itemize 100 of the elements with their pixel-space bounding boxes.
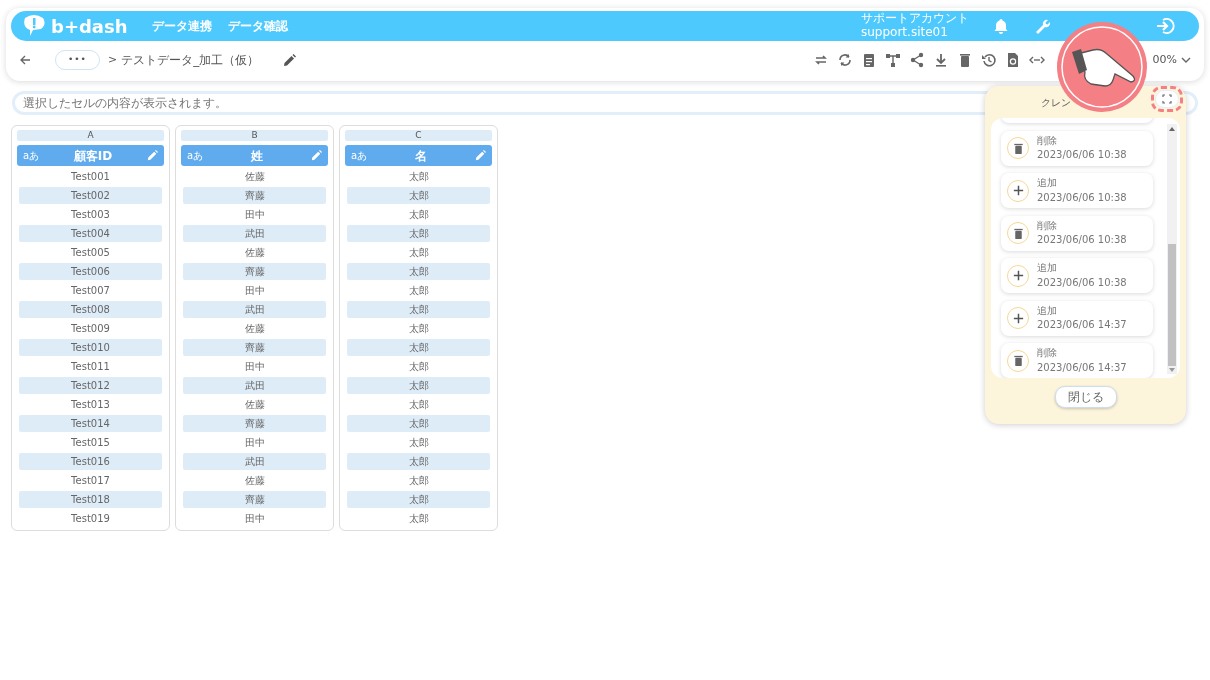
timestamp: 2023/06/06 10:38 — [1037, 275, 1127, 290]
action-label: 追加 — [1037, 176, 1058, 190]
table-cell[interactable]: 武田 — [183, 301, 326, 318]
table-cell[interactable]: Test010 — [19, 339, 162, 356]
back-arrow-icon[interactable] — [19, 54, 31, 66]
table-cell[interactable]: 齊藤 — [183, 491, 326, 508]
timestamp: 2023/06/06 10:38 — [1037, 190, 1127, 205]
table-cell[interactable]: Test012 — [19, 377, 162, 394]
table-cell[interactable]: 武田 — [183, 377, 326, 394]
table-cell[interactable]: 田中 — [183, 358, 326, 375]
table-cell[interactable]: 太郎 — [347, 377, 490, 394]
table-cell[interactable]: 太郎 — [347, 358, 490, 375]
table-cell[interactable]: 太郎 — [347, 453, 490, 470]
logo-text: b+dash — [51, 14, 128, 39]
column-letter[interactable]: C — [345, 130, 492, 141]
table-cell[interactable]: Test017 — [19, 472, 162, 489]
table-cell[interactable]: Test009 — [19, 320, 162, 337]
table-cell[interactable]: Test018 — [19, 491, 162, 508]
history-item[interactable]: 追加 2023/06/06 10:38 — [1001, 173, 1153, 208]
table-cell[interactable]: 佐藤 — [183, 168, 326, 185]
table-cell[interactable]: 太郎 — [347, 472, 490, 489]
table-cell[interactable]: 田中 — [183, 434, 326, 451]
table-cell[interactable]: Test006 — [19, 263, 162, 280]
header-text: 姓 — [250, 147, 265, 165]
header-text: 名 — [414, 147, 429, 165]
table-cell[interactable]: 太郎 — [347, 339, 490, 356]
more-button[interactable]: ••• — [55, 50, 100, 70]
table-cell[interactable]: 齊藤 — [183, 415, 326, 432]
expand-icon — [1162, 94, 1172, 104]
table-cell[interactable]: 佐藤 — [183, 396, 326, 413]
sync-icon[interactable] — [836, 52, 853, 68]
history-item[interactable]: 削除 2023/06/06 10:38 — [1001, 215, 1153, 251]
close-button[interactable]: 閉じる — [1054, 386, 1117, 408]
table-cell[interactable]: 太郎 — [347, 225, 490, 242]
table-cell[interactable]: 太郎 — [347, 510, 490, 527]
table-cell[interactable]: Test002 — [19, 187, 162, 204]
account-info: サポートアカウント support.site01 — [861, 12, 969, 40]
timestamp: 2023/06/06 10:38 — [1037, 233, 1127, 247]
table-cell[interactable]: 田中 — [183, 282, 326, 299]
table-cell[interactable]: 太郎 — [347, 301, 490, 318]
table-cell[interactable]: 太郎 — [347, 244, 490, 261]
edit-icon[interactable] — [283, 53, 297, 67]
table-cell[interactable]: 武田 — [183, 453, 326, 470]
timestamp: 2023/06/06 14:37 — [1037, 360, 1127, 375]
table-cell[interactable]: 太郎 — [347, 168, 490, 185]
type-label: aあ — [23, 149, 40, 163]
chevron-down-icon[interactable] — [1181, 55, 1191, 65]
type-label: aあ — [187, 149, 204, 163]
table-cell[interactable]: Test016 — [19, 453, 162, 470]
table-cell[interactable]: 佐藤 — [183, 472, 326, 489]
table-cell[interactable]: Test007 — [19, 282, 162, 299]
table-cell[interactable]: Test013 — [19, 396, 162, 413]
table-cell[interactable]: 太郎 — [347, 206, 490, 223]
table-cell[interactable]: Test003 — [19, 206, 162, 223]
table-cell[interactable]: Test011 — [19, 358, 162, 375]
table-cell[interactable]: Test019 — [19, 510, 162, 527]
zoom-value[interactable]: 00% — [1152, 51, 1177, 69]
history-item[interactable]: 削除 2023/06/06 14:37 — [1001, 343, 1153, 378]
header-text: 顧客ID — [72, 147, 114, 165]
table-cell[interactable]: 太郎 — [347, 396, 490, 413]
table-cell[interactable]: 太郎 — [347, 415, 490, 432]
table-cell[interactable]: Test005 — [19, 244, 162, 261]
table-cell[interactable]: 田中 — [183, 510, 326, 527]
table-cell[interactable]: 佐藤 — [183, 244, 326, 261]
table-cell[interactable]: 田中 — [183, 206, 326, 223]
action-label: 追加 — [1037, 303, 1058, 318]
table-cell[interactable]: 太郎 — [347, 187, 490, 204]
scrollbar[interactable] — [1167, 124, 1177, 374]
table-cell[interactable]: 太郎 — [347, 491, 490, 508]
table-cell[interactable]: 佐藤 — [183, 320, 326, 337]
table-cell[interactable]: 齊藤 — [183, 187, 326, 204]
table-cell[interactable]: 太郎 — [347, 320, 490, 337]
column-letter[interactable]: B — [181, 130, 328, 141]
panel-title: クレン — [1039, 96, 1072, 110]
action-label: 削除 — [1037, 346, 1058, 360]
table-cell[interactable]: Test001 — [19, 168, 162, 185]
share-icon[interactable] — [908, 52, 925, 68]
table-cell[interactable]: 齊藤 — [183, 339, 326, 356]
history-item[interactable]: 追加 2023/06/06 14:37 — [1001, 300, 1153, 336]
action-label: 削除 — [1037, 218, 1058, 233]
dataset-title: テストデータ_加工（仮） — [121, 52, 260, 69]
breadcrumb-separator: > — [107, 51, 118, 68]
table-cell[interactable]: 太郎 — [347, 263, 490, 280]
column-letter[interactable]: A — [17, 130, 164, 141]
hierarchy-icon[interactable] — [884, 52, 901, 68]
timestamp: 2023/06/06 14:37 — [1037, 318, 1127, 332]
table-cell[interactable]: Test004 — [19, 225, 162, 242]
history-item[interactable]: 削除 2023/06/06 10:38 — [1001, 130, 1153, 166]
table-cell[interactable]: 武田 — [183, 225, 326, 242]
table-cell[interactable]: 太郎 — [347, 282, 490, 299]
table-cell[interactable]: Test014 — [19, 415, 162, 432]
table-cell[interactable]: 太郎 — [347, 434, 490, 451]
history-icon[interactable] — [980, 52, 997, 68]
table-cell[interactable]: Test015 — [19, 434, 162, 451]
timestamp: 2023/06/06 10:38 — [1037, 148, 1127, 162]
history-item[interactable]: 追加 2023/06/06 10:38 — [1001, 258, 1153, 293]
table-cell[interactable]: 齊藤 — [183, 263, 326, 280]
action-label: 追加 — [1037, 261, 1058, 275]
table-cell[interactable]: Test008 — [19, 301, 162, 318]
type-label: aあ — [351, 149, 368, 163]
